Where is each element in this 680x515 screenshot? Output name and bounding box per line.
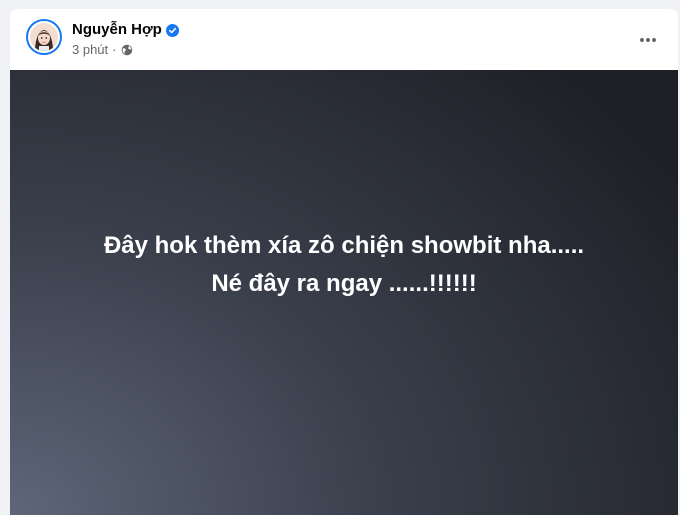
post-text-line-1: Đây hok thèm xía zô chiện showbit nha...…: [103, 231, 585, 259]
author-row: Nguyễn Hợp: [72, 21, 179, 39]
post-time[interactable]: 3 phút: [72, 42, 108, 58]
avatar[interactable]: [26, 19, 62, 55]
post-background: Đây hok thèm xía zô chiện showbit nha...…: [10, 70, 678, 515]
post-card: Nguyễn Hợp 3 phút · Đây hok thèm xía zô …: [10, 9, 678, 515]
globe-icon[interactable]: [121, 44, 133, 56]
post-content: Đây hok thèm xía zô chiện showbit nha...…: [104, 227, 584, 303]
avatar-image: [30, 23, 58, 51]
post-header: Nguyễn Hợp 3 phút ·: [10, 9, 678, 70]
verified-badge-icon: [165, 23, 179, 37]
post-text-line-2: Né đây ra ngay ......!!!!!!: [211, 269, 477, 297]
post-meta: 3 phút ·: [72, 42, 133, 58]
more-options-button[interactable]: [632, 23, 664, 55]
author-name[interactable]: Nguyễn Hợp: [72, 21, 162, 39]
meta-separator: ·: [112, 42, 117, 57]
more-horizontal-icon: [639, 30, 657, 48]
profile-photo: [30, 23, 58, 51]
